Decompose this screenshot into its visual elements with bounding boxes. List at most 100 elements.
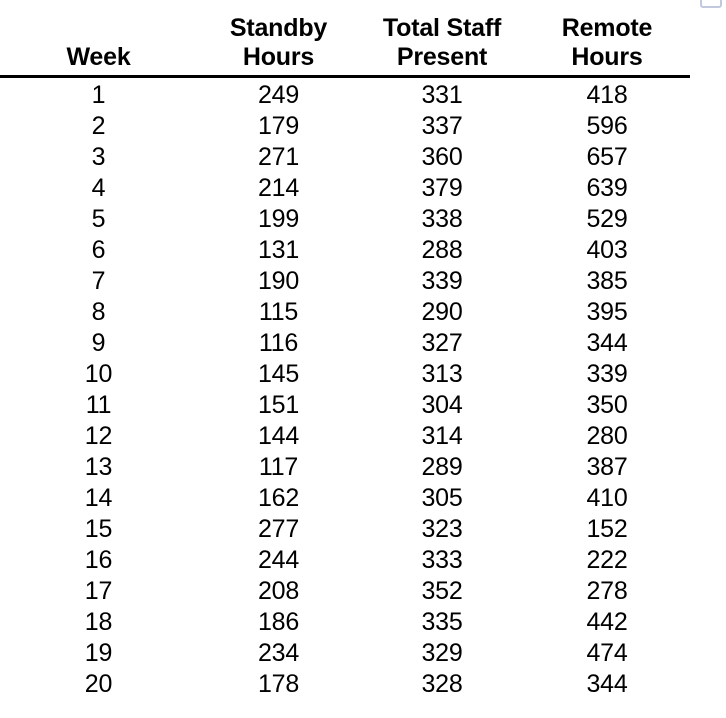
cell-standby: 162 bbox=[257, 484, 300, 512]
cell-remote: 442 bbox=[586, 608, 628, 636]
cell-week: 1 bbox=[91, 81, 106, 109]
cell-standby: 277 bbox=[257, 515, 300, 543]
cell-week: 18 bbox=[84, 608, 113, 636]
table-row: 17 208 352 278 bbox=[0, 576, 690, 607]
cell-week: 3 bbox=[91, 143, 106, 171]
cell-standby: 151 bbox=[257, 391, 300, 419]
cell-remote: 596 bbox=[586, 112, 628, 140]
cell-remote: 344 bbox=[586, 670, 628, 698]
cell-remote: 387 bbox=[586, 453, 628, 481]
cell-week: 9 bbox=[91, 329, 106, 357]
cell-week: 14 bbox=[84, 484, 113, 512]
cell-standby: 179 bbox=[257, 112, 300, 140]
cell-remote: 410 bbox=[586, 484, 628, 512]
table-row: 20 178 328 344 bbox=[0, 669, 690, 700]
table-row: 8 115 290 395 bbox=[0, 297, 690, 328]
cell-total: 304 bbox=[421, 391, 463, 419]
cell-remote: 344 bbox=[586, 329, 628, 357]
cell-week: 10 bbox=[84, 360, 113, 388]
column-header-standby-hours: Standby Hours bbox=[229, 14, 328, 71]
cell-remote: 278 bbox=[586, 577, 628, 605]
cell-total: 331 bbox=[421, 81, 463, 109]
cell-standby: 249 bbox=[257, 81, 300, 109]
cell-week: 7 bbox=[91, 267, 106, 295]
cell-total: 314 bbox=[421, 422, 463, 450]
cell-standby: 178 bbox=[257, 670, 300, 698]
cell-week: 4 bbox=[91, 174, 106, 202]
cell-remote: 395 bbox=[586, 298, 628, 326]
cell-standby: 271 bbox=[257, 143, 300, 171]
cell-total: 333 bbox=[421, 546, 463, 574]
table-row: 11 151 304 350 bbox=[0, 390, 690, 421]
cell-week: 15 bbox=[84, 515, 113, 543]
column-header-total-staff-present: Total Staff Present bbox=[382, 14, 502, 71]
cell-total: 379 bbox=[421, 174, 463, 202]
cell-week: 20 bbox=[84, 670, 113, 698]
cell-remote: 222 bbox=[586, 546, 628, 574]
table-row: 19 234 329 474 bbox=[0, 638, 690, 669]
cell-remote: 657 bbox=[586, 143, 628, 171]
cell-week: 8 bbox=[91, 298, 106, 326]
staffing-hours-table: Week Standby Hours Total Staff Present R… bbox=[0, 0, 690, 700]
cell-week: 11 bbox=[85, 391, 112, 419]
table-row: 7 190 339 385 bbox=[0, 266, 690, 297]
table-row: 18 186 335 442 bbox=[0, 607, 690, 638]
cell-week: 12 bbox=[84, 422, 113, 450]
cell-total: 305 bbox=[421, 484, 463, 512]
header-row: Week Standby Hours Total Staff Present R… bbox=[0, 0, 690, 77]
cell-standby: 131 bbox=[257, 236, 300, 264]
cell-total: 328 bbox=[421, 670, 463, 698]
table-row: 1 249 331 418 bbox=[0, 77, 690, 112]
cell-standby: 199 bbox=[257, 205, 300, 233]
cell-remote: 152 bbox=[586, 515, 628, 543]
cell-standby: 186 bbox=[257, 608, 300, 636]
cell-standby: 144 bbox=[257, 422, 300, 450]
cell-total: 352 bbox=[421, 577, 463, 605]
table-row: 6 131 288 403 bbox=[0, 235, 690, 266]
cell-remote: 403 bbox=[586, 236, 628, 264]
cell-standby: 214 bbox=[257, 174, 300, 202]
cell-total: 329 bbox=[421, 639, 463, 667]
cell-standby: 117 bbox=[258, 453, 299, 481]
table-row: 12 144 314 280 bbox=[0, 421, 690, 452]
table-row: 14 162 305 410 bbox=[0, 483, 690, 514]
cell-standby: 190 bbox=[257, 267, 300, 295]
cell-total: 337 bbox=[421, 112, 463, 140]
cell-week: 16 bbox=[84, 546, 113, 574]
cell-remote: 385 bbox=[586, 267, 628, 295]
cell-week: 2 bbox=[91, 112, 106, 140]
table-row: 2 179 337 596 bbox=[0, 111, 690, 142]
cell-total: 338 bbox=[421, 205, 463, 233]
cell-remote: 339 bbox=[586, 360, 628, 388]
cell-total: 289 bbox=[421, 453, 463, 481]
cell-remote: 350 bbox=[586, 391, 628, 419]
table-row: 4 214 379 639 bbox=[0, 173, 690, 204]
cell-standby: 145 bbox=[257, 360, 300, 388]
cell-week: 6 bbox=[91, 236, 106, 264]
cell-total: 360 bbox=[421, 143, 463, 171]
cell-remote: 418 bbox=[586, 81, 628, 109]
cell-total: 288 bbox=[421, 236, 463, 264]
table-row: 9 116 327 344 bbox=[0, 328, 690, 359]
table-body: 1 249 331 418 2 179 337 596 3 271 360 657 4 214 379 639… bbox=[0, 77, 690, 701]
cell-remote: 639 bbox=[586, 174, 628, 202]
cell-week: 17 bbox=[84, 577, 113, 605]
cell-remote: 474 bbox=[586, 639, 628, 667]
cell-remote: 529 bbox=[586, 205, 628, 233]
table-container: Week Standby Hours Total Staff Present R… bbox=[0, 0, 726, 700]
table-row: 10 145 313 339 bbox=[0, 359, 690, 390]
table-row: 5 199 338 529 bbox=[0, 204, 690, 235]
cell-week: 13 bbox=[84, 453, 113, 481]
cell-standby: 208 bbox=[257, 577, 300, 605]
table-row: 16 244 333 222 bbox=[0, 545, 690, 576]
cell-remote: 280 bbox=[586, 422, 628, 450]
column-header-remote-hours: Remote Hours bbox=[561, 14, 653, 71]
cell-total: 327 bbox=[421, 329, 463, 357]
cell-total: 313 bbox=[421, 360, 463, 388]
cell-standby: 234 bbox=[257, 639, 300, 667]
table-header: Week Standby Hours Total Staff Present R… bbox=[0, 0, 690, 77]
cell-standby: 115 bbox=[258, 298, 299, 326]
cell-standby: 116 bbox=[258, 329, 299, 357]
cell-total: 335 bbox=[421, 608, 463, 636]
table-row: 15 277 323 152 bbox=[0, 514, 690, 545]
